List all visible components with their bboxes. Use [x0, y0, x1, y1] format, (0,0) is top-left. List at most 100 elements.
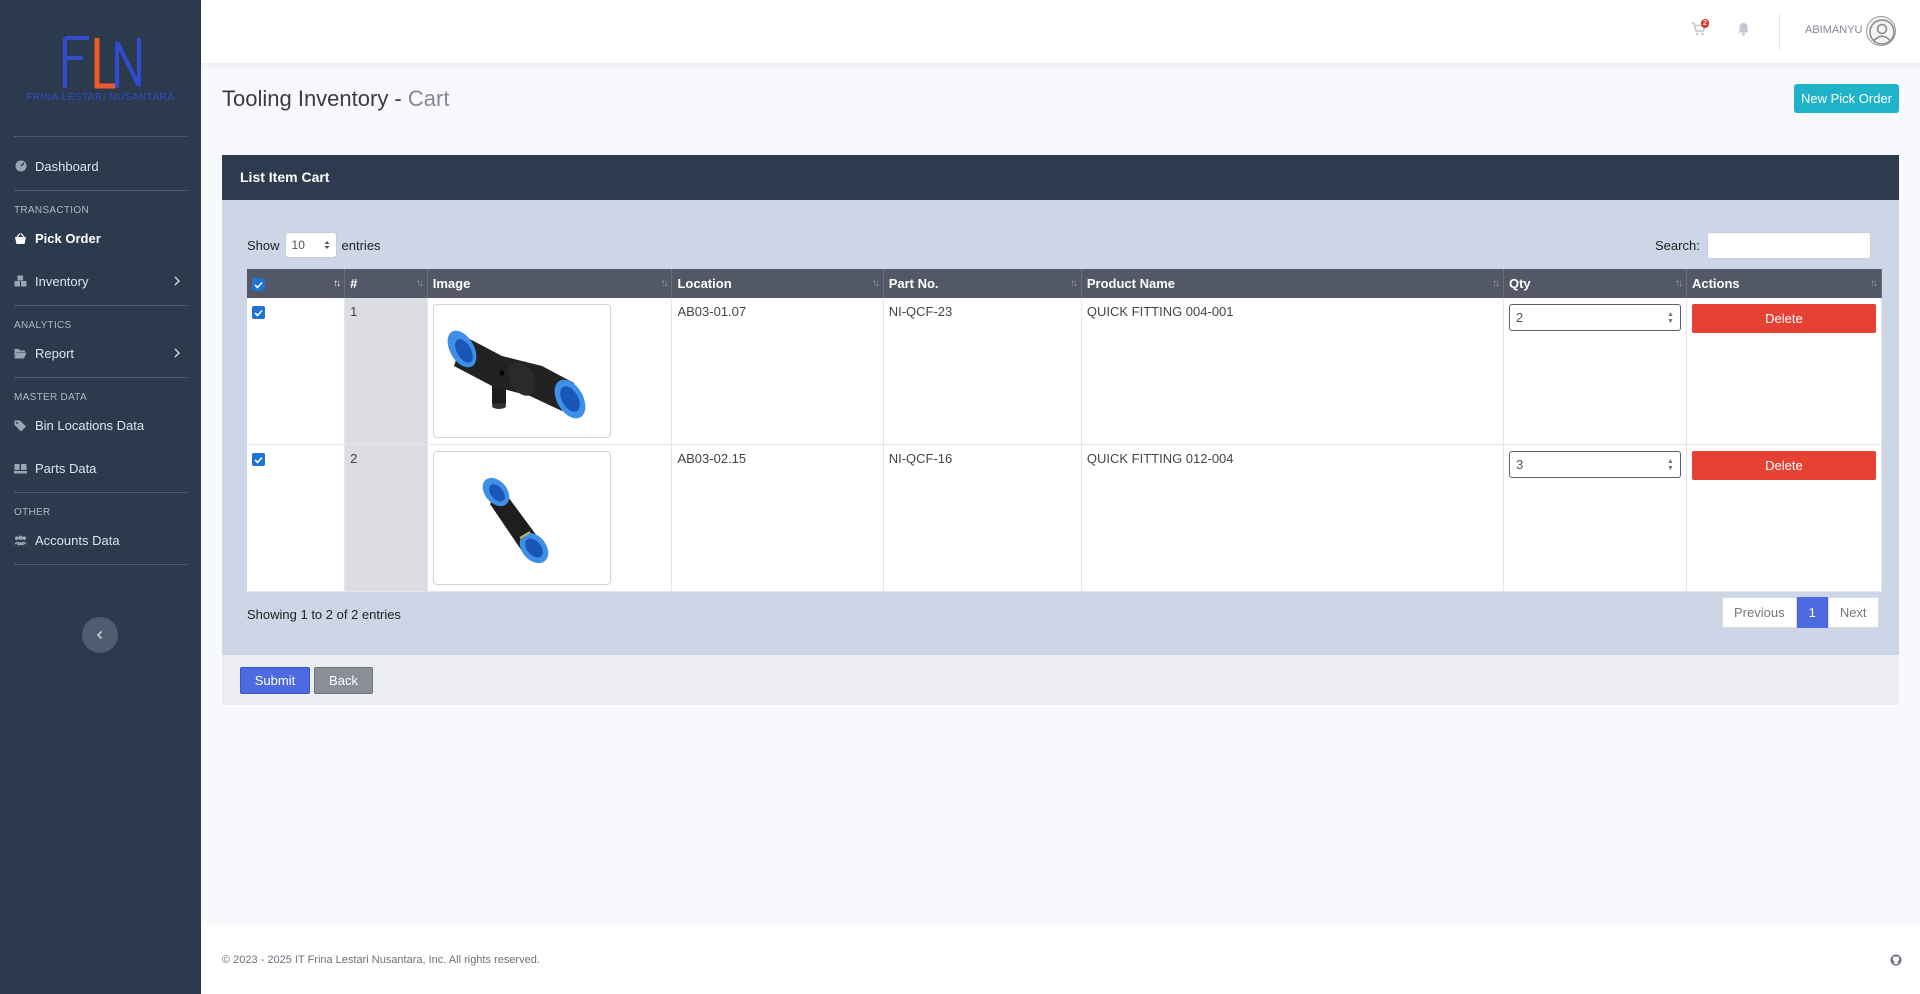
- cart-button[interactable]: 2: [1691, 19, 1709, 38]
- row-qty-cell: 2 ▲ ▼: [1503, 298, 1687, 445]
- qty-input[interactable]: 2 ▲ ▼: [1508, 304, 1681, 331]
- select-all-checkbox[interactable]: [252, 278, 265, 292]
- sidebar-item-bin-locations[interactable]: Bin Locations Data: [0, 407, 201, 444]
- row-part-no: NI-QCF-23: [883, 298, 1082, 445]
- sidebar-collapse-button[interactable]: [82, 617, 118, 653]
- row-checkbox[interactable]: [252, 306, 265, 320]
- column-header-product-name[interactable]: Product Name ↑↓: [1081, 269, 1504, 298]
- sort-icon: ↑↓: [1491, 278, 1500, 289]
- pagination-next[interactable]: Next: [1827, 597, 1879, 628]
- column-header-label: Qty: [1508, 276, 1531, 291]
- page-title: Tooling Inventory - Cart: [222, 86, 449, 112]
- column-header-number[interactable]: # ↑↓: [344, 269, 428, 298]
- users-icon: [14, 534, 27, 547]
- sort-icon: ↑↓: [660, 278, 668, 289]
- sidebar-divider: [14, 564, 187, 565]
- pagination-page[interactable]: 1: [1796, 597, 1828, 628]
- card-footer: Submit Back: [222, 655, 1899, 705]
- quick-fitting-tee-image: [447, 330, 586, 419]
- qty-stepper-icon[interactable]: ▲ ▼: [1667, 458, 1674, 472]
- row-product-name: QUICK FITTING 012-004: [1081, 444, 1504, 592]
- row-actions-cell: Delete: [1686, 298, 1883, 445]
- show-label: Show: [247, 237, 280, 253]
- topbar-divider: [1779, 14, 1780, 50]
- sort-icon: ↑↓: [415, 278, 424, 289]
- column-header-label: #: [350, 276, 358, 291]
- search-input[interactable]: [1706, 232, 1871, 259]
- folder-open-icon: [14, 347, 27, 360]
- row-product-name: QUICK FITTING 004-001: [1081, 298, 1504, 445]
- sidebar-item-label: Pick Order: [35, 231, 101, 246]
- page-length-control: Show 10 entries: [247, 232, 381, 258]
- row-location: AB03-02.15: [671, 444, 884, 592]
- brand-logo[interactable]: FRINA LESTARI NUSANTARA: [0, 0, 201, 136]
- submit-button[interactable]: Submit: [240, 667, 310, 694]
- logo-mark: [62, 36, 141, 89]
- row-select-cell: [247, 444, 346, 592]
- column-header-label: Actions: [1691, 276, 1740, 291]
- qty-input[interactable]: 3 ▲ ▼: [1508, 451, 1681, 478]
- user-name[interactable]: ABIMANYU: [1805, 24, 1862, 36]
- tags-icon: [14, 419, 27, 432]
- sidebar-item-label: Dashboard: [35, 158, 99, 174]
- column-header-part-no[interactable]: Part No. ↑↓: [883, 269, 1082, 298]
- quick-fitting-straight-image: [482, 477, 549, 564]
- pagination-previous[interactable]: Previous: [1722, 597, 1797, 628]
- sidebar-divider: [14, 136, 187, 137]
- boxes-icon: [14, 275, 27, 288]
- delete-button[interactable]: Delete: [1691, 451, 1876, 480]
- sidebar-item-accounts[interactable]: Accounts Data: [0, 522, 201, 558]
- new-pick-order-button[interactable]: New Pick Order: [1794, 84, 1899, 113]
- select-arrows-icon: [324, 241, 330, 249]
- qty-value: 3: [1515, 457, 1524, 472]
- column-header-label: Part No.: [888, 276, 939, 291]
- back-button[interactable]: Back: [314, 667, 373, 694]
- sort-icon: ↑↓: [1069, 278, 1078, 289]
- user-avatar[interactable]: [1866, 16, 1896, 46]
- product-image[interactable]: [432, 304, 611, 438]
- column-header-label: Location: [677, 276, 732, 291]
- sidebar-heading-analytics: ANALYTICS: [14, 320, 72, 331]
- sidebar-item-dashboard[interactable]: Dashboard: [0, 142, 201, 190]
- table-info: Showing 1 to 2 of 2 entries: [247, 607, 401, 622]
- dashboard-icon: [14, 160, 27, 173]
- sort-icon: ↑↓: [871, 278, 880, 289]
- sidebar-item-label: Accounts Data: [35, 532, 120, 548]
- sidebar-item-inventory[interactable]: Inventory: [0, 257, 201, 305]
- qty-value: 2: [1515, 310, 1524, 325]
- page-subtitle: Cart: [407, 86, 450, 111]
- sidebar: FRINA LESTARI NUSANTARA Dashboard TRANSA…: [0, 0, 201, 994]
- column-header-image[interactable]: Image ↑↓: [427, 269, 673, 298]
- qty-stepper-icon[interactable]: ▲ ▼: [1667, 311, 1674, 325]
- product-image[interactable]: [432, 451, 611, 585]
- sidebar-item-parts[interactable]: Parts Data: [0, 444, 201, 492]
- sidebar-item-pick-order[interactable]: Pick Order: [0, 220, 201, 257]
- sidebar-heading-master-data: MASTER DATA: [14, 392, 87, 403]
- row-checkbox[interactable]: [252, 453, 265, 467]
- chevron-left-icon: [96, 630, 103, 640]
- bell-icon: [1738, 23, 1749, 36]
- select-all-header[interactable]: ↑↓: [247, 269, 346, 298]
- github-icon[interactable]: [1890, 954, 1902, 966]
- sidebar-item-report[interactable]: Report: [0, 335, 201, 371]
- row-actions-cell: Delete: [1686, 444, 1883, 592]
- column-header-location[interactable]: Location ↑↓: [671, 269, 884, 298]
- cart-count-badge: 2: [1701, 19, 1709, 28]
- entries-label: entries: [341, 237, 381, 253]
- column-header-actions[interactable]: Actions ↑↓: [1686, 269, 1883, 298]
- chevron-right-icon: [174, 348, 181, 358]
- row-number: 2: [344, 444, 428, 592]
- delete-button[interactable]: Delete: [1691, 304, 1876, 333]
- chevron-right-icon: [174, 276, 181, 286]
- column-header-qty[interactable]: Qty ↑↓: [1503, 269, 1687, 298]
- card-title: List Item Cart: [222, 155, 1899, 200]
- sort-icon: ↑↓: [1870, 278, 1878, 289]
- sidebar-heading-transaction: TRANSACTION: [14, 205, 89, 216]
- sort-icon: ↑↓: [1674, 278, 1683, 289]
- row-number: 1: [344, 298, 428, 445]
- notifications-button[interactable]: [1737, 22, 1753, 38]
- page-length-select[interactable]: 10: [284, 232, 337, 258]
- basket-icon: [14, 232, 27, 245]
- row-image-cell: [427, 444, 673, 592]
- pagination: Previous 1 Next: [1722, 597, 1879, 628]
